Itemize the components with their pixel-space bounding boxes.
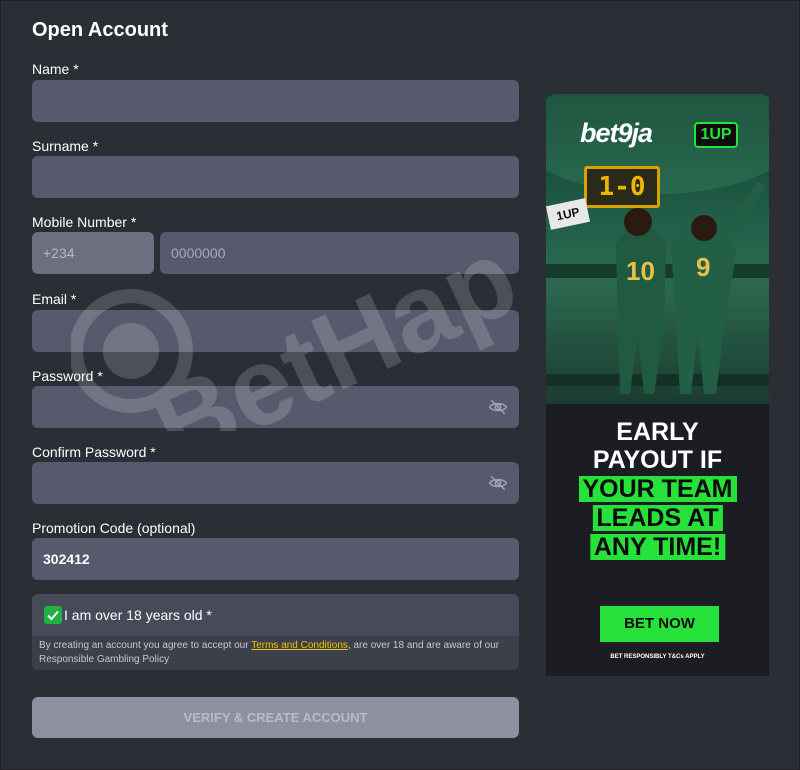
mobile-label: Mobile Number * [32, 214, 137, 230]
banner-highlight-1: YOUR TEAM [578, 476, 737, 502]
banner-highlight-2: LEADS AT [592, 505, 723, 531]
email-label: Email * [32, 291, 77, 307]
email-input[interactable] [32, 310, 519, 352]
age-checkbox[interactable] [44, 606, 62, 624]
checkmark-icon [47, 610, 59, 621]
page-title: Open Account [32, 19, 168, 41]
legal-prefix: By creating an account you agree to acce… [39, 640, 252, 651]
oneup-badge: 1UP [694, 122, 738, 148]
confirm-password-input[interactable] [32, 462, 519, 504]
age-checkbox-label: I am over 18 years old * [64, 607, 212, 623]
banner-headline-1: EARLY [616, 418, 699, 446]
promo-label: Promotion Code (optional) [32, 520, 196, 536]
surname-label: Surname * [32, 138, 99, 154]
promo-banner[interactable]: bet9ja 1UP 1-0 1UP 10 9 EARLY PAYOUT IF … [546, 94, 769, 676]
eye-slash-icon[interactable] [488, 397, 508, 417]
bet-now-button[interactable]: BET NOW [600, 606, 719, 642]
age-checkbox-row[interactable]: I am over 18 years old * [32, 594, 519, 636]
registration-page: Open Account Name * Surname * Mobile Num… [0, 0, 800, 770]
banner-hero-image: bet9ja 1UP 1-0 1UP 10 9 [546, 94, 769, 404]
terms-link[interactable]: Terms and Conditions [251, 640, 348, 651]
eye-slash-icon[interactable] [488, 473, 508, 493]
legal-text: By creating an account you agree to acce… [39, 639, 517, 667]
surname-input[interactable] [32, 156, 519, 198]
jersey-number-10: 10 [626, 256, 655, 286]
verify-create-account-button[interactable]: VERIFY & CREATE ACCOUNT [32, 697, 519, 738]
scoreboard: 1-0 [584, 166, 660, 208]
password-label: Password * [32, 368, 103, 384]
bet9ja-logo: bet9ja [580, 118, 653, 148]
promo-code-value: 302412 [43, 551, 90, 567]
banner-headline-2: PAYOUT IF [592, 446, 723, 474]
name-input[interactable] [32, 80, 519, 122]
promo-code-input[interactable]: 302412 [32, 538, 519, 580]
consent-box: I am over 18 years old * By creating an … [32, 594, 519, 670]
name-label: Name * [32, 61, 79, 77]
mobile-number-input[interactable]: 0000000 [160, 232, 519, 274]
password-input[interactable] [32, 386, 519, 428]
confirm-password-label: Confirm Password * [32, 444, 156, 460]
country-code-field[interactable]: +234 [32, 232, 154, 274]
banner-footer: BET RESPONSIBLY T&Cs APPLY [610, 654, 705, 660]
jersey-number-9: 9 [696, 252, 711, 282]
banner-highlight-3: ANY TIME! [589, 534, 726, 560]
